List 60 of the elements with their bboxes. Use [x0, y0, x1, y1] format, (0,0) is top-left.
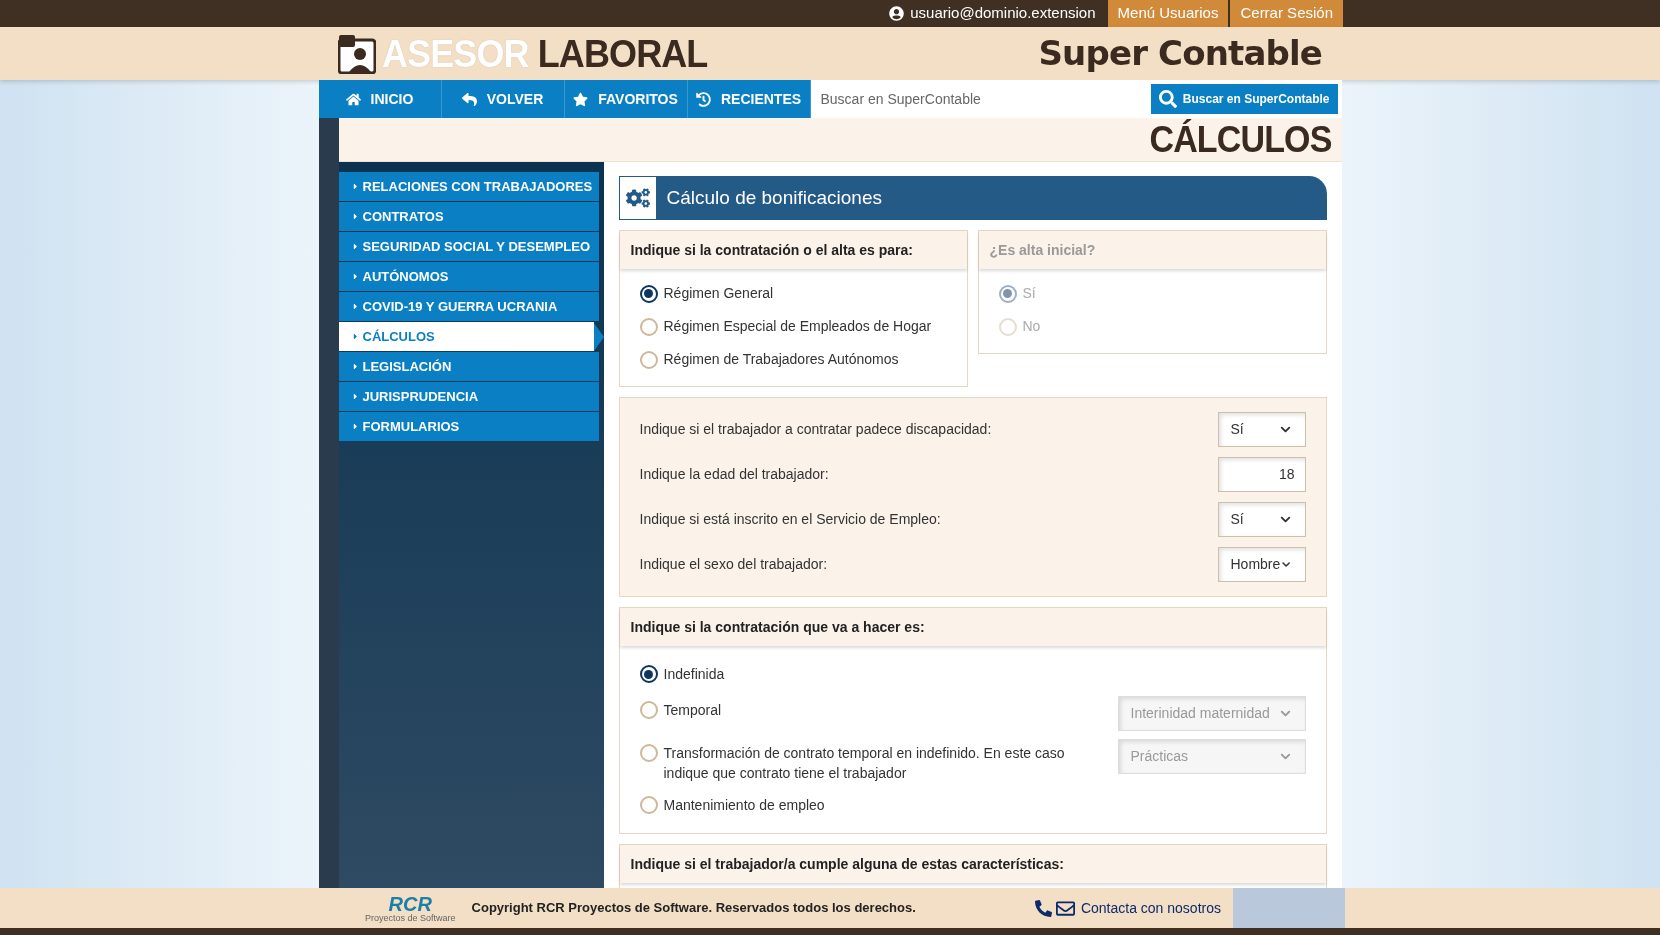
dropdown[interactable]: Sí [1217, 502, 1306, 537]
sidebar-item[interactable]: CÁLCULOS [338, 322, 594, 351]
nav-icon [461, 91, 477, 107]
radio-button[interactable] [639, 350, 658, 369]
option-label: Régimen Especial de Empleados de Hogar [663, 317, 932, 336]
page-title: CÁLCULOS [1149, 117, 1332, 162]
option-label: Mantenimiento de empleo [663, 796, 825, 815]
field-label: Indique si el trabajador a contratar padece discapacidad: [639, 420, 992, 439]
radio-button[interactable] [639, 796, 658, 814]
contact-link[interactable]: Contacta con nosotros [1080, 897, 1221, 919]
option-label: Indefinida [663, 665, 725, 684]
option-label: No [1022, 317, 1041, 336]
sidebar-item[interactable]: LEGISLACIÓN [338, 352, 599, 381]
nav-icon [573, 91, 589, 107]
logo-icon [338, 33, 376, 74]
sidebar-item[interactable]: SEGURIDAD SOCIAL Y DESEMPLEO [338, 232, 599, 261]
sidebar-item[interactable]: AUTÓNOMOS [338, 262, 599, 291]
age-field[interactable]: 18 [1217, 457, 1306, 492]
section-heading: Indique si la contratación que va a hacer es: [619, 608, 1326, 646]
settings-icon [625, 186, 650, 210]
option-label: Régimen General [663, 284, 774, 303]
dropdown[interactable]: Sí [1217, 412, 1306, 447]
nav-icon [345, 91, 361, 107]
section-heading: ¿Es alta inicial? [978, 231, 1326, 269]
user-icon [889, 6, 905, 21]
section-heading: Indique si el trabajador/a cumple alguna de estas características: [619, 845, 1326, 883]
radio-button[interactable] [639, 701, 658, 719]
radio-button[interactable] [639, 284, 658, 303]
sidebar-item[interactable]: JURISPRUDENCIA [338, 382, 599, 411]
radio-button[interactable] [639, 317, 658, 336]
envelope-icon [1055, 898, 1075, 918]
field-label: Indique el sexo del trabajador: [639, 555, 828, 574]
option-label: Régimen de Trabajadores Autónomos [663, 350, 899, 369]
option-label: Transformación de contrato temporal en indefinido. En este caso indique que contrato tiene el trabajador [663, 744, 1066, 783]
option-label: Temporal [663, 701, 722, 720]
radio-button[interactable] [639, 744, 658, 762]
dropdown[interactable]: Hombre [1217, 547, 1306, 582]
sidebar-item[interactable]: COVID-19 Y GUERRA UCRANIA [338, 292, 599, 321]
logo-text: ASESOR LABORAL [382, 33, 708, 74]
user-email: usuario@dominio.extension [910, 3, 1096, 24]
sidebar-item[interactable]: RELACIONES CON TRABAJADORES [338, 172, 599, 201]
panel-title: Cálculo de bonificaciones [656, 176, 1327, 220]
search-field[interactable]: Buscar en SuperContable [810, 80, 1151, 118]
search-icon [1158, 90, 1177, 108]
top-bar-button[interactable]: Menú Usuarios [1107, 0, 1229, 27]
footer-logo-caption: Proyectos de Software [365, 913, 456, 923]
sidebar-item[interactable]: CONTRATOS [338, 202, 599, 231]
copyright-text: Copyright RCR Proyectos de Software. Reservados todos los derechos. [471, 899, 916, 918]
sidebar-item[interactable]: FORMULARIOS [338, 412, 599, 441]
search-button[interactable]: Buscar en SuperContable [1150, 80, 1342, 118]
brand-logo: Super Contable [1038, 32, 1322, 75]
section-heading: Indique si la contratación o el alta es para: [619, 231, 967, 269]
radio-button[interactable] [639, 665, 658, 683]
option-label: Sí [1022, 284, 1036, 303]
field-label: Indique si está inscrito en el Servicio de Empleo: [639, 510, 941, 529]
phone-icon [1034, 899, 1052, 917]
top-bar-button[interactable]: Cerrar Sesión [1230, 0, 1343, 27]
footer-logo: RCR [388, 893, 432, 914]
field-label: Indique la edad del trabajador: [639, 465, 829, 484]
nav-icon [695, 91, 711, 107]
